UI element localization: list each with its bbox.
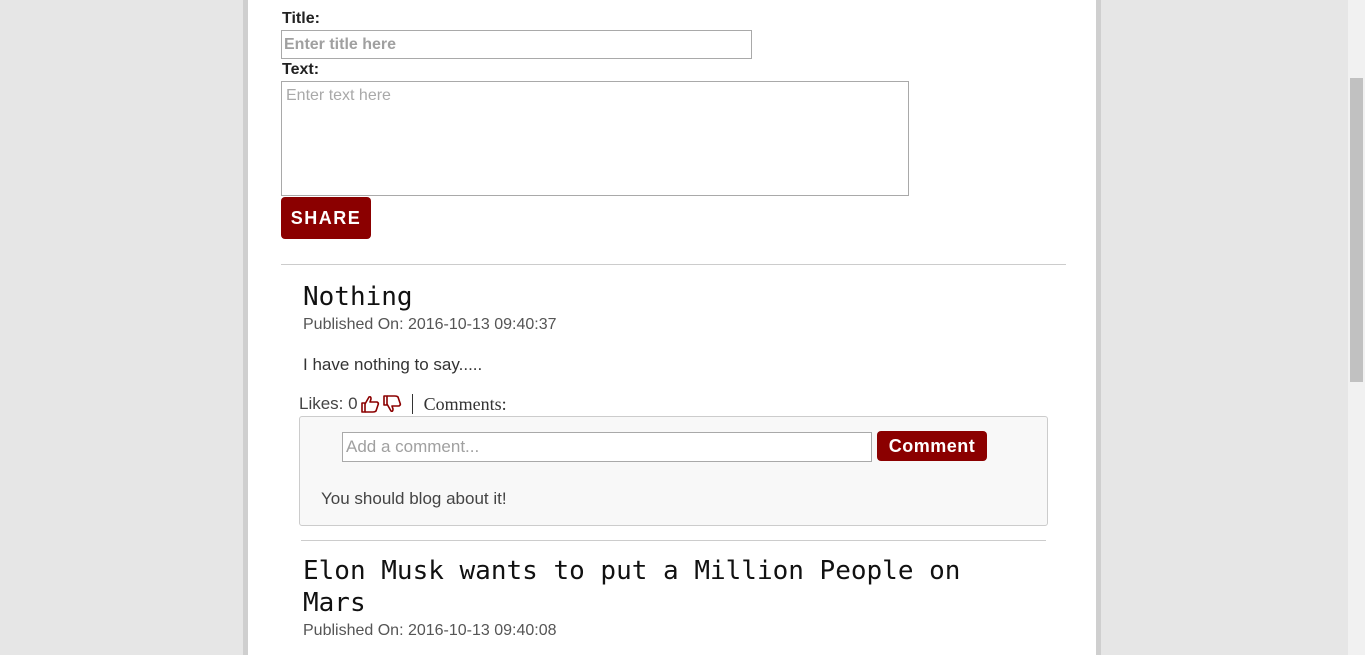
post-actions: Likes: 0 Comments: (299, 391, 507, 417)
post-title: Elon Musk wants to put a Million People … (303, 556, 961, 618)
comments-section: Comment You should blog about it! (299, 416, 1048, 526)
post-divider (301, 540, 1046, 541)
likes-count: Likes: 0 (299, 394, 358, 413)
text-label: Text: (282, 61, 320, 78)
title-input[interactable] (281, 30, 752, 59)
share-button[interactable]: SHARE (281, 197, 371, 239)
post-body: I have nothing to say..... (303, 355, 483, 374)
post-title: Nothing (303, 282, 413, 312)
comment-item: You should blog about it! (321, 489, 507, 508)
comment-button[interactable]: Comment (877, 431, 987, 461)
blog-page: Title: Text: SHARE Nothing Published On:… (243, 0, 1101, 655)
comment-input[interactable] (342, 432, 872, 462)
post-published-date: Published On: 2016-10-13 09:40:08 (303, 622, 557, 639)
comments-label: Comments: (423, 393, 507, 414)
thumbs-up-icon[interactable] (360, 394, 380, 414)
divider (411, 394, 413, 414)
title-label: Title: (282, 10, 320, 27)
scrollbar-thumb[interactable] (1350, 78, 1363, 382)
vertical-scrollbar[interactable] (1348, 0, 1365, 655)
form-divider (281, 264, 1066, 265)
text-input[interactable] (281, 81, 909, 196)
thumbs-down-icon[interactable] (382, 394, 402, 414)
post-published-date: Published On: 2016-10-13 09:40:37 (303, 316, 557, 333)
